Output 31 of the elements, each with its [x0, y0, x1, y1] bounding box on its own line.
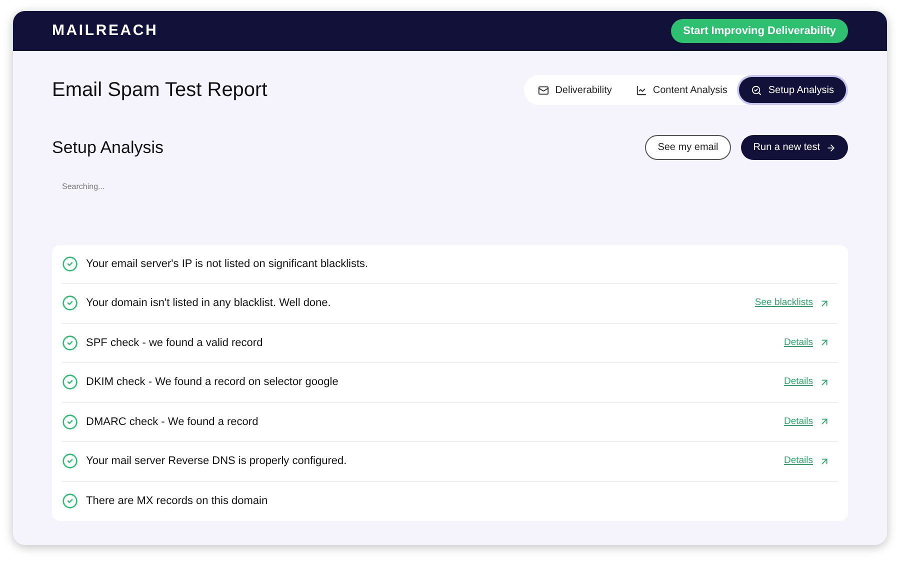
- details-link[interactable]: Details: [784, 454, 830, 468]
- details-link[interactable]: Details: [784, 336, 830, 350]
- status-text: Searching...: [62, 180, 106, 192]
- section-title: Setup Analysis: [52, 137, 164, 159]
- arrow-up-right-icon: [819, 298, 830, 309]
- arrow-up-right-icon: [819, 337, 830, 348]
- tab[interactable]: Content Analysis: [624, 77, 740, 103]
- check-text: DKIM check - We found a record on selector google: [86, 375, 340, 390]
- run-test-button[interactable]: Run a new test: [741, 135, 848, 160]
- logo: MAILREACH: [52, 20, 158, 41]
- page-title: Email Spam Test Report: [52, 78, 268, 103]
- check-text: Your email server's IP is not listed on significant blacklists.: [86, 256, 370, 272]
- check-text: DMARC check - We found a record: [86, 414, 260, 430]
- tab[interactable]: Setup Analysis: [739, 77, 846, 103]
- check-text: SPF check - we found a valid record: [86, 336, 264, 350]
- cta-button[interactable]: Start Improving Deliverability: [671, 19, 848, 43]
- details-link[interactable]: Details: [784, 375, 830, 390]
- see-email-button[interactable]: See my email: [644, 135, 732, 160]
- tab-icon: [538, 84, 550, 96]
- arrow-up-right-icon: [819, 376, 830, 388]
- tab[interactable]: Deliverability: [526, 77, 624, 103]
- arrow-right-icon: [826, 142, 836, 153]
- arrow-up-right-icon: [819, 456, 830, 467]
- arrow-up-right-icon: [819, 416, 830, 428]
- check-text: There are MX records on this domain: [86, 494, 269, 509]
- tab-icon: [751, 84, 762, 96]
- check-text: Your domain isn't listed in any blacklist. Well done.: [86, 296, 332, 311]
- tab-icon: [636, 84, 647, 96]
- details-link[interactable]: Details: [784, 414, 830, 429]
- details-link[interactable]: See blacklists: [754, 296, 830, 310]
- check-text: Your mail server Reverse DNS is properly configured.: [86, 454, 348, 469]
